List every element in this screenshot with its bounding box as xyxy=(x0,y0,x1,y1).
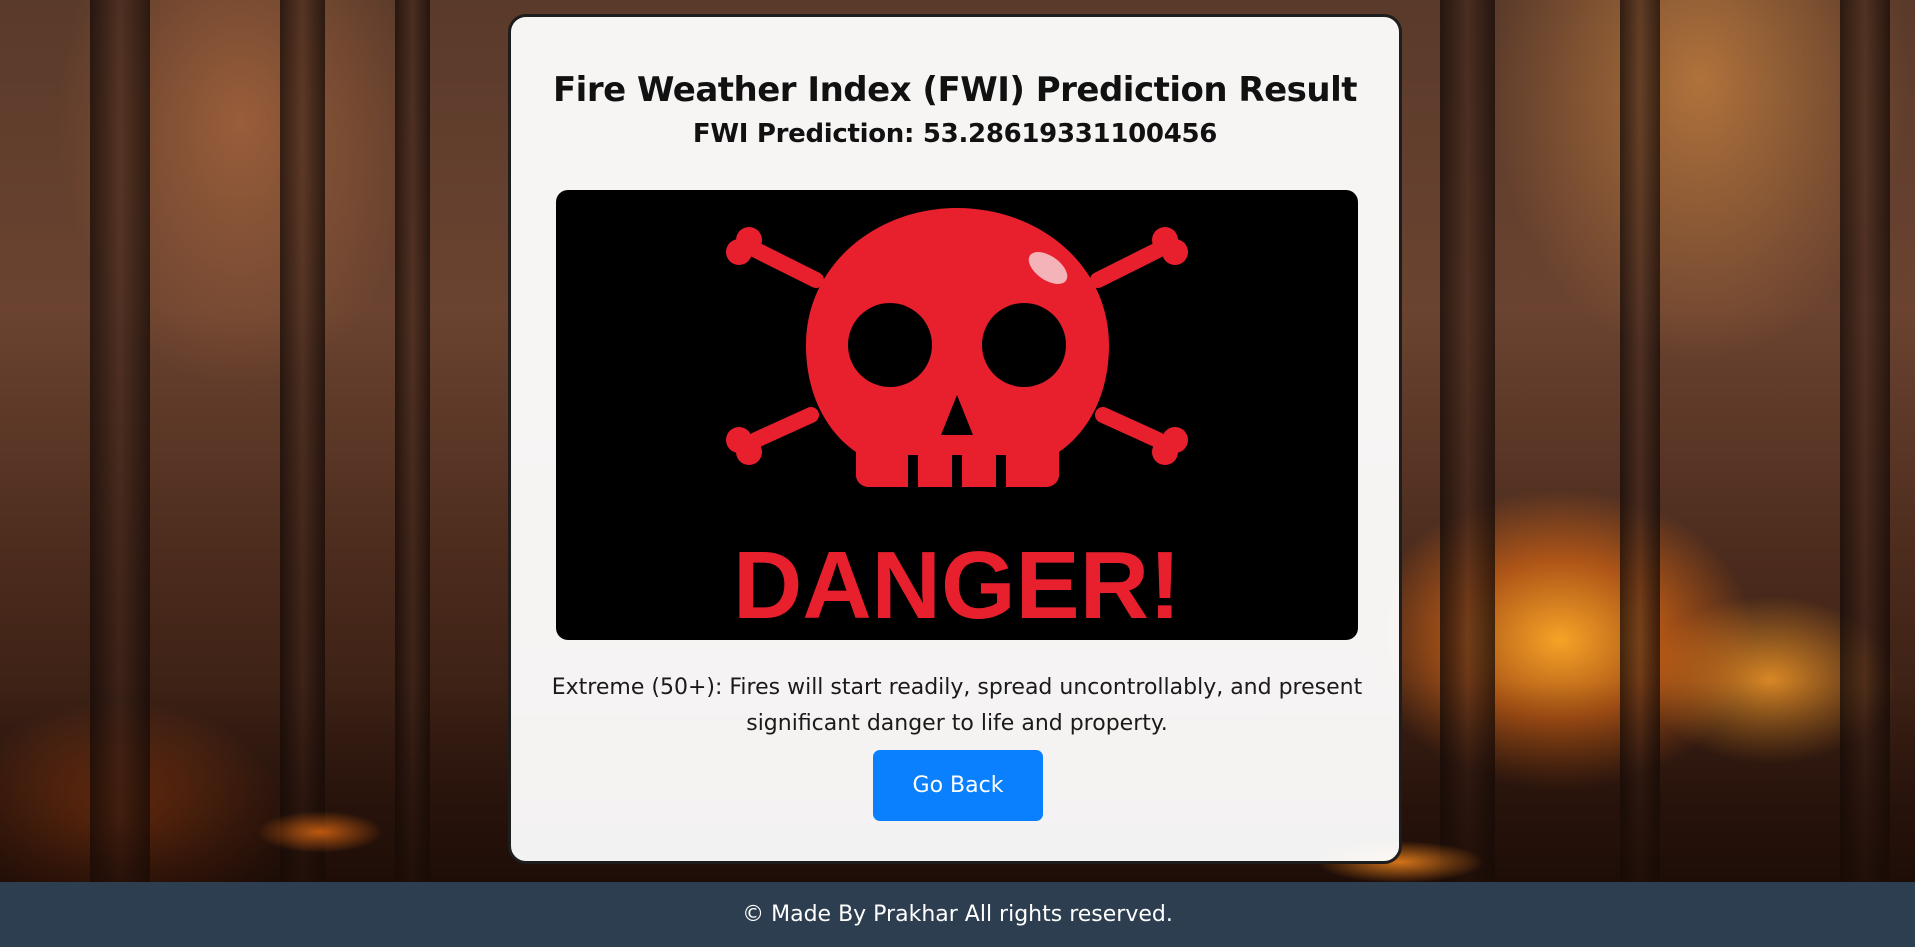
result-card: Fire Weather Index (FWI) Prediction Resu… xyxy=(508,14,1402,864)
fwi-description: Extreme (50+): Fires will start readily,… xyxy=(551,675,1363,736)
danger-image: DANGER! xyxy=(556,190,1358,640)
page-title: Fire Weather Index (FWI) Prediction Resu… xyxy=(552,70,1358,110)
fwi-prediction-value: FWI Prediction: 53.28619331100456 xyxy=(692,119,1218,149)
footer: © Made By Prakhar All rights reserved. xyxy=(0,882,1915,947)
skull-crossbones-icon: DANGER! xyxy=(726,208,1188,639)
danger-text: DANGER! xyxy=(733,532,1181,639)
go-back-button[interactable]: Go Back xyxy=(873,750,1043,821)
footer-text: © Made By Prakhar All rights reserved. xyxy=(742,902,1173,927)
